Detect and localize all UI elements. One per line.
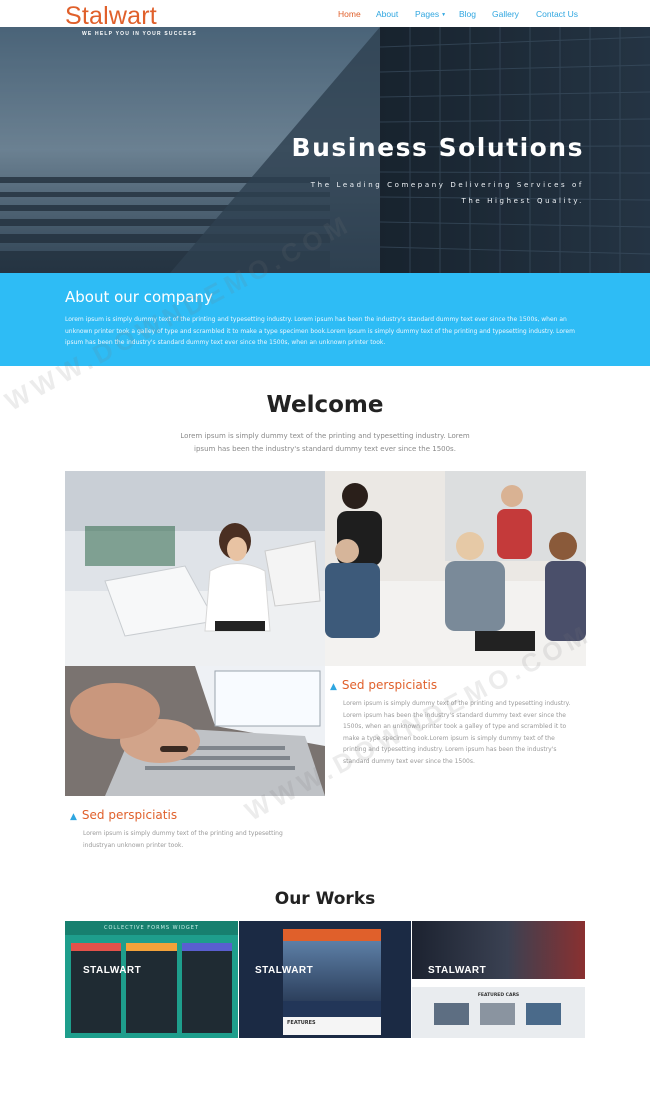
feature-title-2: ▲ Sed perspiciatis [70, 808, 177, 822]
hero-subtitle: The Leading Comepany Delivering Services… [310, 181, 584, 205]
feature-title-1-label: Sed perspiciatis [341, 678, 438, 692]
site-tagline: WE HELP YOU IN YOUR SUCCESS [82, 31, 197, 37]
nav-pages[interactable]: Pages ▼ [415, 9, 459, 19]
caret-down-icon: ▼ [441, 11, 447, 18]
about-heading: About our company [65, 288, 213, 306]
work-item-2[interactable]: FEATURES STALWART [239, 921, 411, 1038]
work-3-banner: FEATURED CARS [477, 993, 520, 998]
hero-title: Business Solutions [291, 133, 584, 162]
about-section: About our company Lorem ipsum is simply … [0, 273, 650, 366]
hero-banner: Business Solutions The Leading Comepany … [0, 27, 650, 273]
chevron-up-icon: ▲ [70, 812, 77, 822]
laptop-hands-photo [65, 666, 325, 796]
work-2-brand: STALWART [255, 965, 314, 976]
feature-text-1: Lorem ipsum is simply dummy text of the … [343, 700, 571, 765]
office-woman-photo [65, 471, 325, 666]
work-item-1[interactable]: COLLECTIVE FORMS WIDGET STALWART [65, 921, 238, 1038]
nav-pages-label: Pages [415, 9, 440, 19]
main-nav: Home About Pages ▼ Blog Gallery Contact U… [338, 9, 578, 19]
work-3-brand: STALWART [428, 965, 487, 976]
work-1-brand: STALWART [83, 965, 142, 976]
nav-gallery[interactable]: Gallery [492, 9, 536, 19]
welcome-title: Welcome [266, 392, 384, 418]
nav-about[interactable]: About [376, 9, 415, 19]
feature-title-2-label: Sed perspiciatis [81, 808, 178, 822]
works-title: Our Works [274, 889, 376, 909]
chevron-up-icon: ▲ [330, 682, 337, 692]
work-item-3[interactable]: FEATURED CARS STALWART [412, 921, 585, 1038]
work-1-banner: COLLECTIVE FORMS WIDGET [103, 925, 200, 931]
about-text: Lorem ipsum is simply dummy text of the … [65, 316, 575, 346]
nav-blog[interactable]: Blog [459, 9, 492, 19]
feature-text-2: Lorem ipsum is simply dummy text of the … [83, 830, 283, 849]
nav-contact-us[interactable]: Contact Us [536, 9, 578, 19]
site-logo[interactable]: Stalwart [65, 4, 157, 29]
feature-title-1: ▲ Sed perspiciatis [330, 678, 437, 692]
work-2-banner: FEATURES [287, 1020, 316, 1026]
welcome-text: Lorem ipsum is simply dummy text of the … [180, 432, 470, 453]
nav-home[interactable]: Home [338, 9, 376, 19]
site-header: Stalwart Home About Pages ▼ Blog Gallery … [0, 0, 650, 29]
team-meeting-photo [325, 471, 586, 666]
